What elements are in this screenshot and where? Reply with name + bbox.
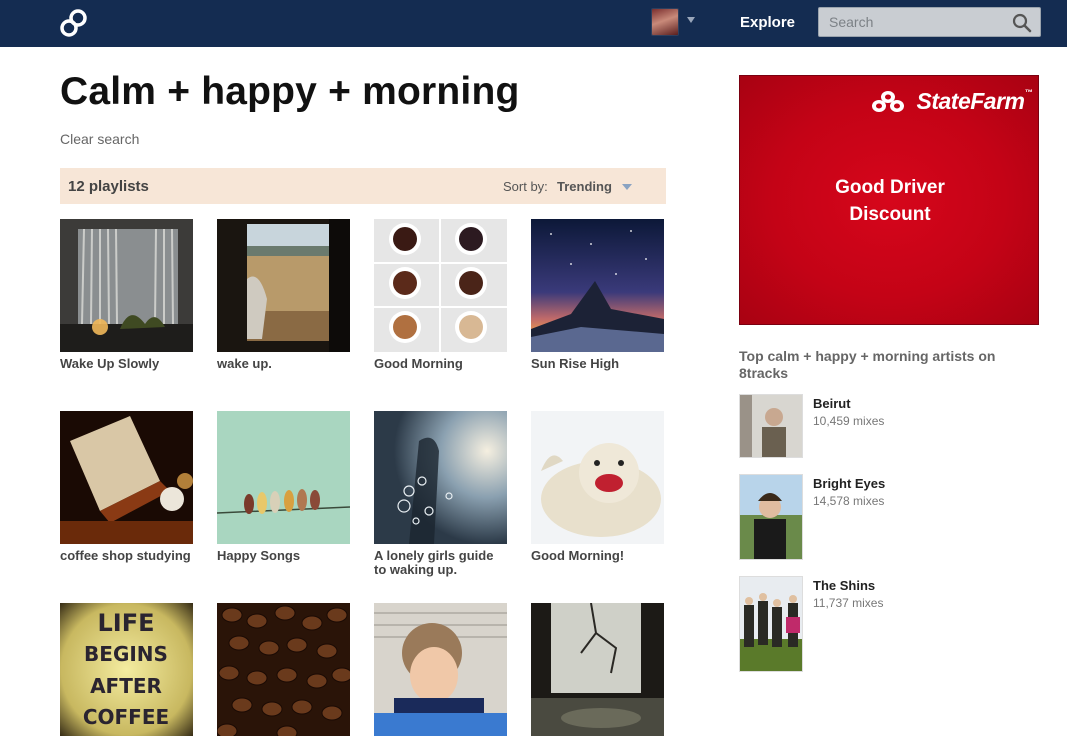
artist-mix-count: 14,578 mixes	[813, 494, 885, 508]
ad-brand-text: StateFarm	[916, 88, 1025, 114]
8tracks-logo-icon[interactable]	[58, 8, 90, 38]
chevron-down-icon[interactable]	[687, 17, 695, 23]
results-count: 12 playlists	[68, 178, 149, 195]
artist-photo[interactable]	[739, 474, 803, 560]
playlist-card[interactable]: Wake Up Slowly	[60, 219, 193, 371]
sort-chevron-down-icon[interactable]	[622, 184, 632, 190]
playlist-card[interactable]: coffee shop studying	[60, 411, 193, 563]
playlist-card[interactable]	[531, 603, 664, 741]
user-avatar[interactable]	[651, 8, 679, 36]
nav-explore-link[interactable]: Explore	[740, 14, 795, 31]
sort-dropdown[interactable]: Trending	[557, 179, 612, 194]
playlist-card[interactable]: Good Morning	[374, 219, 507, 371]
playlist-cover[interactable]	[60, 411, 193, 544]
playlist-title[interactable]: Good Morning	[374, 357, 507, 371]
playlist-card[interactable]: Happy Songs	[217, 411, 350, 563]
search-icon[interactable]	[1012, 13, 1032, 33]
playlist-title[interactable]: Wake Up Slowly	[60, 357, 193, 371]
playlist-cover[interactable]	[531, 603, 664, 736]
artist-photo[interactable]	[739, 576, 803, 672]
playlist-card[interactable]: Good Morning!	[531, 411, 664, 563]
playlist-cover[interactable]	[374, 411, 507, 544]
artist-mix-count: 11,737 mixes	[813, 596, 884, 610]
playlist-card[interactable]: LIFE BEGINS AFTER COFFEE	[60, 603, 193, 741]
search-input[interactable]	[819, 8, 1009, 36]
playlist-cover[interactable]	[531, 219, 664, 352]
cover-text-line: BEGINS	[84, 642, 168, 666]
artist-photo[interactable]	[739, 394, 803, 458]
sort-label: Sort by:	[503, 179, 548, 194]
state-farm-logo-icon	[872, 91, 904, 112]
playlist-cover[interactable]	[217, 603, 350, 736]
playlist-card[interactable]	[217, 603, 350, 741]
artist-name[interactable]: The Shins	[813, 578, 875, 593]
playlist-title[interactable]: Happy Songs	[217, 549, 350, 563]
cover-text-line: AFTER	[90, 674, 162, 698]
playlist-card[interactable]: Sun Rise High	[531, 219, 664, 371]
playlist-title[interactable]: coffee shop studying	[60, 549, 193, 563]
artist-mix-count: 10,459 mixes	[813, 414, 885, 428]
page-title: Calm + happy + morning	[60, 70, 520, 113]
ad-line-2: Discount	[849, 204, 931, 225]
advertisement-banner[interactable]: StateFarm™ Good Driver Discount	[739, 75, 1039, 325]
top-artists-heading: Top calm + happy + morning artists on 8t…	[739, 348, 996, 381]
artist-name[interactable]: Bright Eyes	[813, 476, 885, 491]
ad-trademark: ™	[1024, 88, 1033, 97]
playlist-card[interactable]: A lonely girls guide to waking up.	[374, 411, 507, 577]
results-bar: 12 playlists Sort by: Trending	[60, 168, 666, 204]
cover-text-line: LIFE	[97, 609, 154, 637]
ad-headline: Good Driver Discount	[740, 174, 1040, 228]
playlist-title[interactable]: A lonely girls guide to waking up.	[374, 549, 507, 577]
playlist-title[interactable]: Good Morning!	[531, 549, 664, 563]
top-navigation-bar: Explore	[0, 0, 1067, 47]
playlist-cover[interactable]	[60, 219, 193, 352]
ad-brand-name: StateFarm™	[916, 88, 1033, 115]
clear-search-link[interactable]: Clear search	[60, 131, 139, 147]
playlist-cover[interactable]	[374, 219, 507, 352]
artist-name[interactable]: Beirut	[813, 396, 851, 411]
cover-text-line: COFFEE	[83, 705, 169, 729]
ad-line-1: Good Driver	[835, 177, 945, 198]
playlist-cover[interactable]	[374, 603, 507, 736]
playlist-cover[interactable]	[531, 411, 664, 544]
playlist-title[interactable]: Sun Rise High	[531, 357, 664, 371]
playlist-card[interactable]	[374, 603, 507, 741]
playlist-cover[interactable]: LIFE BEGINS AFTER COFFEE	[60, 603, 193, 736]
playlist-card[interactable]: wake up.	[217, 219, 350, 371]
playlist-title[interactable]: wake up.	[217, 357, 350, 371]
search-box[interactable]	[818, 7, 1041, 37]
playlist-cover[interactable]	[217, 411, 350, 544]
playlist-cover[interactable]	[217, 219, 350, 352]
